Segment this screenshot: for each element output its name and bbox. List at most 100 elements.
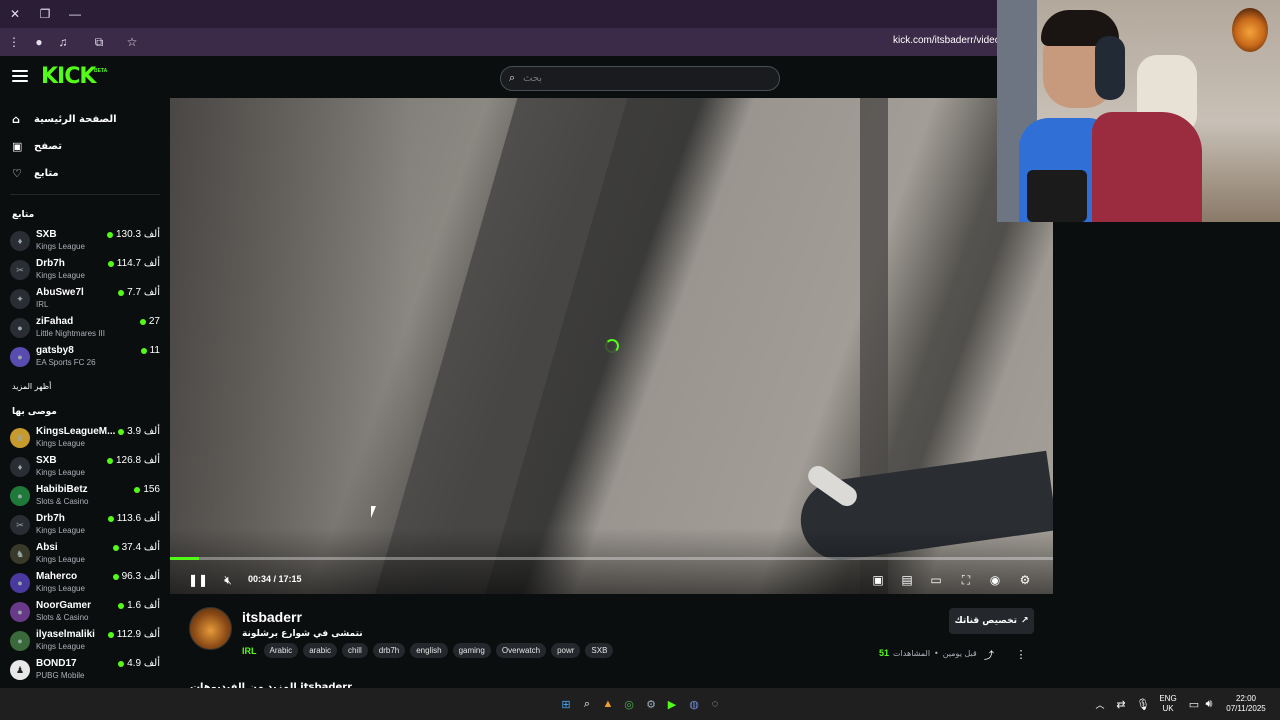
windows-icon[interactable]: ⊞ bbox=[556, 694, 576, 714]
views-count: 51 bbox=[879, 648, 890, 658]
show-more-link[interactable]: أظهر المزيد bbox=[12, 382, 51, 391]
nav-browse[interactable]: ▣ تصفح bbox=[12, 136, 62, 156]
channel-category: Kings League bbox=[36, 242, 85, 251]
tag[interactable]: english bbox=[410, 643, 448, 658]
recommended-section-title: موصى بها bbox=[12, 407, 57, 417]
clock[interactable]: 22:00 07/11/2025 bbox=[1222, 694, 1270, 714]
files-icon[interactable]: ▲ bbox=[598, 694, 618, 714]
tag[interactable]: SXB bbox=[585, 643, 614, 658]
obs-icon[interactable]: ◌ bbox=[705, 694, 725, 714]
channel-name: Drb7h bbox=[36, 258, 65, 269]
live-dot-icon bbox=[140, 347, 147, 354]
viewer-count: 4.9 ألف bbox=[118, 658, 160, 669]
live-dot-icon bbox=[118, 660, 125, 667]
avatar: ● bbox=[10, 347, 30, 367]
language-indicator[interactable]: ENG UK bbox=[1156, 694, 1180, 714]
tag[interactable]: Arabic bbox=[263, 643, 299, 658]
star-icon[interactable]: ☆ bbox=[120, 28, 144, 56]
recommended-channel[interactable]: ● ilyaselmaliki Kings League 112.9 ألف bbox=[10, 628, 160, 656]
discord-icon[interactable]: ◍ bbox=[684, 694, 704, 714]
live-dot-icon bbox=[107, 515, 114, 522]
media-icon[interactable]: ♫ bbox=[51, 28, 75, 56]
channel-category: Kings League bbox=[36, 468, 85, 477]
play-icon[interactable]: ▶ bbox=[662, 694, 682, 714]
customize-channel-button[interactable]: تخصيص قناتك ↗ bbox=[949, 608, 1034, 634]
channel-name-title[interactable]: itsbaderr bbox=[242, 609, 302, 625]
pause-icon[interactable]: ❚❚ bbox=[188, 571, 208, 589]
profile-icon[interactable]: ● bbox=[27, 28, 51, 56]
external-link-icon: ↗ bbox=[1020, 616, 1029, 626]
chrome-icon[interactable]: ◎ bbox=[619, 694, 639, 714]
channel-name: BOND17 bbox=[36, 658, 77, 669]
miniplayer-icon[interactable]: ▣ bbox=[869, 571, 887, 589]
webcam-overlay bbox=[997, 0, 1280, 222]
more-options-icon[interactable]: ⋮ bbox=[1015, 647, 1027, 661]
settings-icon[interactable]: ⚙ bbox=[641, 694, 661, 714]
viewer-count: 96.3 ألف bbox=[112, 571, 160, 582]
mute-icon[interactable]: 🔇︎ bbox=[219, 571, 237, 589]
mic-icon[interactable]: 🎙︎ bbox=[1133, 694, 1153, 714]
close-icon[interactable]: ✕ bbox=[0, 0, 30, 28]
tag[interactable]: gaming bbox=[452, 643, 491, 658]
avatar: ● bbox=[10, 602, 30, 622]
hamburger-menu-icon[interactable] bbox=[12, 70, 28, 84]
channel-avatar[interactable] bbox=[189, 607, 232, 650]
search-icon: ⌕ bbox=[509, 72, 516, 84]
channel-category: EA Sports FC 26 bbox=[36, 358, 96, 367]
following-channel[interactable]: ✦ AbuSwe7l IRL 7.7 ألف bbox=[10, 286, 160, 314]
more-vert-icon[interactable]: ⋮ bbox=[2, 28, 26, 56]
url-text[interactable]: kick.com/itsbaderr/videos bbox=[893, 35, 1005, 46]
theater-icon[interactable]: ▤ bbox=[898, 571, 916, 589]
channel-name: Drb7h bbox=[36, 513, 65, 524]
channel-name: ilyaselmaliki bbox=[36, 629, 95, 640]
recommended-channel[interactable]: ♦ SXB Kings League 126.8 ألف bbox=[10, 454, 160, 482]
search-icon[interactable]: ⌕ bbox=[577, 694, 597, 714]
nav-home[interactable]: ⌂ الصفحة الرئيسية bbox=[12, 109, 117, 129]
share-icon[interactable]: ⤴ bbox=[982, 647, 996, 662]
autoplay-icon[interactable]: ◉ bbox=[986, 571, 1004, 589]
live-dot-icon bbox=[139, 318, 146, 325]
settings-icon[interactable]: ⚙ bbox=[1016, 571, 1034, 589]
tag[interactable]: chill bbox=[341, 643, 368, 658]
tag[interactable]: Overwatch bbox=[495, 643, 547, 658]
recommended-channel[interactable]: ● NoorGamer Slots & Casino 1.6 ألف bbox=[10, 599, 160, 627]
following-channel[interactable]: ● gatsby8 EA Sports FC 26 11 bbox=[10, 344, 160, 372]
channel-category: Kings League bbox=[36, 642, 85, 651]
recommended-channel[interactable]: ✂ Drb7h Kings League 113.6 ألف bbox=[10, 512, 160, 540]
live-dot-icon bbox=[134, 486, 141, 493]
chevron-up-icon[interactable]: ︿ bbox=[1090, 694, 1110, 714]
avatar: ♟ bbox=[10, 660, 30, 680]
following-channel[interactable]: ✂ Drb7h Kings League 114.7 ألف bbox=[10, 257, 160, 285]
nav-following[interactable]: ♡ متابع bbox=[12, 163, 59, 183]
meta-separator: • bbox=[934, 648, 939, 658]
tag[interactable]: drb7h bbox=[372, 643, 406, 658]
fullscreen-icon[interactable]: ⛶ bbox=[957, 571, 975, 589]
recommended-channel[interactable]: ♟ BOND17 PUBG Mobile 4.9 ألف bbox=[10, 657, 160, 685]
recommended-channel[interactable]: ♛ KingsLeagueM... Kings League 3.9 ألف bbox=[10, 425, 160, 453]
tag[interactable]: arabic bbox=[303, 643, 337, 658]
mouse-cursor-icon bbox=[371, 506, 376, 518]
network-icon[interactable]: ⇄ bbox=[1111, 694, 1131, 714]
kick-logo[interactable]: KICK bbox=[41, 64, 96, 89]
extensions-icon[interactable]: ⧉ bbox=[87, 28, 111, 56]
search-box[interactable]: ⌕ bbox=[500, 66, 780, 91]
recommended-channel[interactable]: ♞ Absi Kings League 37.4 ألف bbox=[10, 541, 160, 569]
category-link[interactable]: IRL bbox=[242, 646, 257, 656]
viewer-count: 126.8 ألف bbox=[107, 455, 160, 466]
tag[interactable]: powr bbox=[551, 643, 581, 658]
recommended-channel[interactable]: ● Maherco Kings League 96.3 ألف bbox=[10, 570, 160, 598]
posted-time: قبل يومين bbox=[942, 648, 977, 658]
restore-icon[interactable]: ❐ bbox=[30, 0, 60, 28]
volume-icon[interactable]: 🔊︎ bbox=[1199, 694, 1219, 714]
captions-icon[interactable]: ▭ bbox=[927, 571, 945, 589]
following-channel[interactable]: ♦ SXB Kings League 130.3 ألف bbox=[10, 228, 160, 256]
progress-bar[interactable] bbox=[170, 557, 1053, 560]
avatar: ♞ bbox=[10, 544, 30, 564]
following-channel[interactable]: ● ziFahad Little Nightmares III 27 bbox=[10, 315, 160, 343]
beta-badge: BETA bbox=[94, 68, 108, 74]
minimize-icon[interactable]: — bbox=[60, 0, 90, 28]
recommended-channel[interactable]: ● HabibiBetz Slots & Casino 156 bbox=[10, 483, 160, 511]
search-input[interactable] bbox=[523, 73, 763, 84]
avatar: ♦ bbox=[10, 457, 30, 477]
channel-name: SXB bbox=[36, 455, 57, 466]
